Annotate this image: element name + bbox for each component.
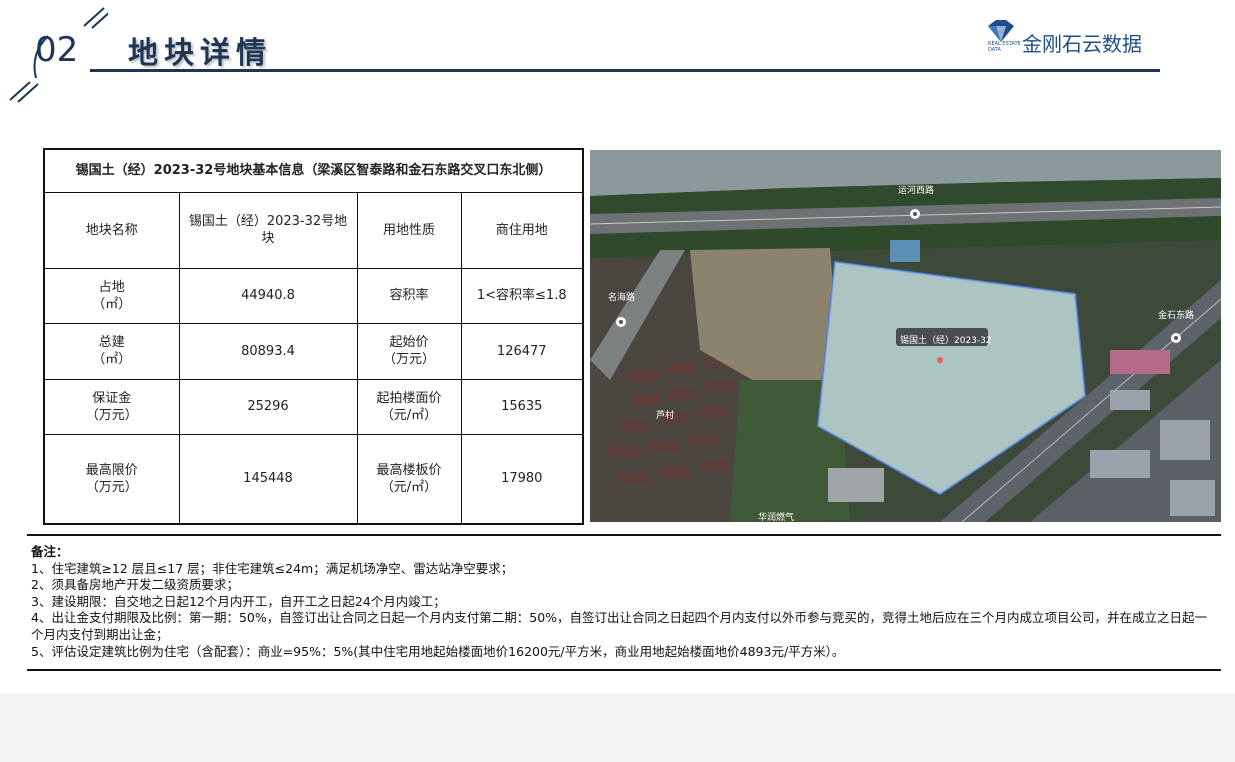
table-cell-value: 商住用地 bbox=[460, 191, 584, 269]
table-cell-key: 地块名称 bbox=[43, 191, 180, 269]
aerial-map: 运河西路 名海路 金石东路 锡国土（经）2023-32 芦村 华润燃气 bbox=[590, 150, 1221, 522]
table-cell-key: 总建 （㎡） bbox=[43, 322, 180, 380]
table-cell-value: 1<容积率≤1.8 bbox=[460, 267, 584, 324]
table-cell-key: 容积率 bbox=[356, 267, 462, 324]
table-row: 占地 （㎡） 44940.8 容积率 1<容积率≤1.8 bbox=[43, 267, 584, 324]
note-item: 2、须具备房地产开发二级资质要求； bbox=[31, 577, 239, 593]
logo-subtitle: REAL ESTATE DATA bbox=[988, 41, 1021, 53]
map-road-label: 名海路 bbox=[608, 293, 636, 303]
page-title: 地块详情 bbox=[128, 36, 272, 71]
table-cell-value: 25296 bbox=[178, 378, 358, 435]
table-cell-value: 80893.4 bbox=[178, 322, 358, 380]
table-cell-value: 锡国土（经）2023-32号地块 bbox=[178, 191, 358, 269]
table-cell-key: 最高限价 （万元） bbox=[43, 433, 180, 525]
note-item: 1、住宅建筑≥12 层且≤17 层；非住宅建筑≤24m；满足机场净空、雷达站净空… bbox=[31, 560, 514, 576]
table-cell-value: 126477 bbox=[460, 322, 584, 380]
table-heading: 锡国土（经）2023-32号地块基本信息（梁溪区智泰路和金石东路交叉口东北侧） bbox=[43, 148, 584, 193]
map-road-label: 运河西路 bbox=[898, 186, 935, 196]
table-cell-value: 44940.8 bbox=[178, 267, 358, 324]
table-cell-key: 起拍楼面价 （元/㎡） bbox=[356, 378, 462, 435]
parcel-info-table: 锡国土（经）2023-32号地块基本信息（梁溪区智泰路和金石东路交叉口东北侧） … bbox=[43, 148, 584, 525]
map-village-label: 芦村 bbox=[656, 411, 675, 421]
table-cell-value: 145448 bbox=[178, 433, 358, 525]
table-cell-key: 起始价 （万元） bbox=[356, 322, 462, 380]
header-divider bbox=[90, 69, 1160, 72]
note-item: 3、建设期限：自交地之日起12个月内开工，自开工之日起24个月内竣工； bbox=[31, 593, 446, 609]
table-row: 总建 （㎡） 80893.4 起始价 （万元） 126477 bbox=[43, 322, 584, 380]
note-item: 4、出让金支付期限及比例：第一期：50%，自签订出让合同之日起一个月内支付第二期… bbox=[31, 610, 1208, 642]
note-item: 5、评估设定建筑比例为住宅（含配套）：商业=95%：5%(其中住宅用地起始楼面地… bbox=[31, 643, 845, 659]
table-cell-key: 用地性质 bbox=[356, 191, 462, 269]
table-cell-value: 15635 bbox=[460, 378, 584, 435]
table-cell-key: 最高楼板价 （元/㎡） bbox=[356, 433, 462, 525]
table-row: 保证金 （万元） 25296 起拍楼面价 （元/㎡） 15635 bbox=[43, 378, 584, 435]
map-parcel-label: 锡国土（经）2023-32 bbox=[900, 336, 992, 346]
table-row: 最高限价 （万元） 145448 最高楼板价 （元/㎡） 17980 bbox=[43, 433, 584, 525]
slide: 02 地块详情 REAL ESTATE DATA 金刚石云数据 锡国土（经）20… bbox=[0, 0, 1235, 693]
notes-title: 备注： bbox=[31, 544, 69, 559]
table-cell-value: 17980 bbox=[460, 433, 584, 525]
map-road-label: 金石东路 bbox=[1158, 311, 1195, 321]
table-cell-key: 占地 （㎡） bbox=[43, 267, 180, 324]
section-number: 02 bbox=[35, 30, 79, 70]
table-row: 地块名称 锡国土（经）2023-32号地块 用地性质 商住用地 bbox=[43, 191, 584, 269]
map-poi-label: 华润燃气 bbox=[758, 513, 795, 522]
notes-section: 备注： 1、住宅建筑≥12 层且≤17 层；非住宅建筑≤24m；满足机场净空、雷… bbox=[27, 534, 1221, 671]
table-cell-key: 保证金 （万元） bbox=[43, 378, 180, 435]
company-logo-text: 金刚石云数据 bbox=[1022, 32, 1142, 56]
